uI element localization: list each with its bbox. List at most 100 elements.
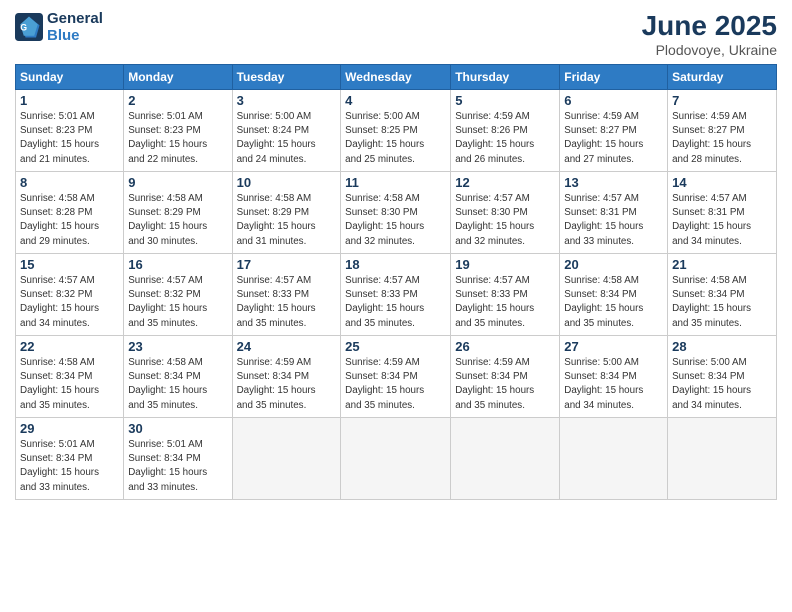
day-info: Sunrise: 4:59 AM Sunset: 8:27 PM Dayligh… (564, 110, 663, 167)
calendar-cell: 8 Sunrise: 4:58 AM Sunset: 8:28 PM Daylig… (16, 172, 124, 254)
day-info: Sunrise: 4:58 AM Sunset: 8:34 PM Dayligh… (128, 356, 227, 413)
location-subtitle: Plodovoye, Ukraine (642, 42, 777, 58)
calendar-cell (668, 418, 777, 500)
logo: G General Blue (15, 10, 103, 44)
calendar-cell: 1 Sunrise: 5:01 AM Sunset: 8:23 PM Daylig… (16, 90, 124, 172)
day-number: 28 (672, 339, 772, 354)
day-number: 18 (345, 257, 446, 272)
day-info: Sunrise: 4:57 AM Sunset: 8:30 PM Dayligh… (455, 192, 555, 249)
calendar-cell: 24Sunrise: 4:59 AM Sunset: 8:34 PM Dayli… (232, 336, 341, 418)
calendar-cell: 23 Sunrise: 4:58 AM Sunset: 8:34 PM Dayli… (124, 336, 232, 418)
calendar-cell: 26 Sunrise: 4:59 AM Sunset: 8:34 PM Dayli… (451, 336, 560, 418)
calendar-cell (451, 418, 560, 500)
day-info: Sunrise: 4:59 AM Sunset: 8:34 PM Dayligh… (455, 356, 555, 413)
calendar-cell (232, 418, 341, 500)
day-number: 1 (20, 93, 119, 108)
day-number: 14 (672, 175, 772, 190)
day-number: 23 (128, 339, 227, 354)
day-number: 21 (672, 257, 772, 272)
day-info: Sunrise: 4:57 AM Sunset: 8:32 PM Dayligh… (128, 274, 227, 331)
calendar-cell: 13 Sunrise: 4:57 AM Sunset: 8:31 PM Dayli… (560, 172, 668, 254)
day-info: Sunrise: 5:01 AM Sunset: 8:23 PM Dayligh… (128, 110, 227, 167)
day-number: 26 (455, 339, 555, 354)
calendar-cell: 2 Sunrise: 5:01 AM Sunset: 8:23 PM Daylig… (124, 90, 232, 172)
header: G General Blue June 2025 Plodovoye, Ukra… (15, 10, 777, 58)
calendar-cell: 20Sunrise: 4:58 AM Sunset: 8:34 PM Dayli… (560, 254, 668, 336)
calendar-row: 29Sunrise: 5:01 AM Sunset: 8:34 PM Dayli… (16, 418, 777, 500)
day-number: 8 (20, 175, 119, 190)
calendar-cell: 25 Sunrise: 4:59 AM Sunset: 8:34 PM Dayli… (341, 336, 451, 418)
day-number: 25 (345, 339, 446, 354)
calendar-cell: 17Sunrise: 4:57 AM Sunset: 8:33 PM Dayli… (232, 254, 341, 336)
calendar-cell: 27 Sunrise: 5:00 AM Sunset: 8:34 PM Dayli… (560, 336, 668, 418)
calendar-cell: 21 Sunrise: 4:58 AM Sunset: 8:34 PM Dayli… (668, 254, 777, 336)
day-info: Sunrise: 4:58 AM Sunset: 8:34 PM Dayligh… (564, 274, 663, 331)
day-number: 19 (455, 257, 555, 272)
calendar-cell: 12 Sunrise: 4:57 AM Sunset: 8:30 PM Dayli… (451, 172, 560, 254)
calendar-cell: 5Sunrise: 4:59 AM Sunset: 8:26 PM Daylig… (451, 90, 560, 172)
day-info: Sunrise: 4:58 AM Sunset: 8:30 PM Dayligh… (345, 192, 446, 249)
calendar-cell (560, 418, 668, 500)
day-number: 27 (564, 339, 663, 354)
calendar-cell: 22 Sunrise: 4:58 AM Sunset: 8:34 PM Dayli… (16, 336, 124, 418)
calendar-cell: 16 Sunrise: 4:57 AM Sunset: 8:32 PM Dayli… (124, 254, 232, 336)
calendar-cell: 30Sunrise: 5:01 AM Sunset: 8:34 PM Dayli… (124, 418, 232, 500)
calendar-cell: 29Sunrise: 5:01 AM Sunset: 8:34 PM Dayli… (16, 418, 124, 500)
day-info: Sunrise: 4:58 AM Sunset: 8:34 PM Dayligh… (672, 274, 772, 331)
calendar-row: 22 Sunrise: 4:58 AM Sunset: 8:34 PM Dayli… (16, 336, 777, 418)
day-info: Sunrise: 4:58 AM Sunset: 8:28 PM Dayligh… (20, 192, 119, 249)
day-info: Sunrise: 4:59 AM Sunset: 8:34 PM Dayligh… (237, 356, 337, 413)
day-info: Sunrise: 4:58 AM Sunset: 8:34 PM Dayligh… (20, 356, 119, 413)
calendar-cell: 14 Sunrise: 4:57 AM Sunset: 8:31 PM Dayli… (668, 172, 777, 254)
day-number: 7 (672, 93, 772, 108)
day-info: Sunrise: 5:00 AM Sunset: 8:34 PM Dayligh… (564, 356, 663, 413)
day-info: Sunrise: 4:57 AM Sunset: 8:33 PM Dayligh… (455, 274, 555, 331)
logo-icon: G (15, 13, 43, 41)
day-info: Sunrise: 4:57 AM Sunset: 8:31 PM Dayligh… (564, 192, 663, 249)
day-info: Sunrise: 5:00 AM Sunset: 8:34 PM Dayligh… (672, 356, 772, 413)
day-number: 30 (128, 421, 227, 436)
day-number: 3 (237, 93, 337, 108)
day-info: Sunrise: 5:01 AM Sunset: 8:34 PM Dayligh… (20, 438, 119, 495)
day-number: 2 (128, 93, 227, 108)
day-number: 15 (20, 257, 119, 272)
calendar: SundayMondayTuesdayWednesdayThursdayFrid… (15, 64, 777, 500)
calendar-cell: 6Sunrise: 4:59 AM Sunset: 8:27 PM Daylig… (560, 90, 668, 172)
day-number: 22 (20, 339, 119, 354)
title-block: June 2025 Plodovoye, Ukraine (642, 10, 777, 58)
calendar-cell: 10 Sunrise: 4:58 AM Sunset: 8:29 PM Dayli… (232, 172, 341, 254)
day-number: 17 (237, 257, 337, 272)
svg-text:G: G (20, 23, 27, 33)
day-info: Sunrise: 5:00 AM Sunset: 8:25 PM Dayligh… (345, 110, 446, 167)
day-info: Sunrise: 4:57 AM Sunset: 8:31 PM Dayligh… (672, 192, 772, 249)
day-number: 9 (128, 175, 227, 190)
day-number: 16 (128, 257, 227, 272)
calendar-cell: 9 Sunrise: 4:58 AM Sunset: 8:29 PM Daylig… (124, 172, 232, 254)
calendar-cell: 3 Sunrise: 5:00 AM Sunset: 8:24 PM Daylig… (232, 90, 341, 172)
weekday-header: Tuesday (232, 65, 341, 90)
calendar-cell: 11Sunrise: 4:58 AM Sunset: 8:30 PM Dayli… (341, 172, 451, 254)
calendar-row: 15 Sunrise: 4:57 AM Sunset: 8:32 PM Dayli… (16, 254, 777, 336)
day-info: Sunrise: 4:59 AM Sunset: 8:34 PM Dayligh… (345, 356, 446, 413)
weekday-header: Thursday (451, 65, 560, 90)
day-number: 12 (455, 175, 555, 190)
day-number: 5 (455, 93, 555, 108)
calendar-cell: 18 Sunrise: 4:57 AM Sunset: 8:33 PM Dayli… (341, 254, 451, 336)
day-info: Sunrise: 4:58 AM Sunset: 8:29 PM Dayligh… (128, 192, 227, 249)
day-info: Sunrise: 5:00 AM Sunset: 8:24 PM Dayligh… (237, 110, 337, 167)
day-number: 10 (237, 175, 337, 190)
weekday-header: Friday (560, 65, 668, 90)
month-title: June 2025 (642, 10, 777, 42)
day-number: 13 (564, 175, 663, 190)
day-info: Sunrise: 4:57 AM Sunset: 8:33 PM Dayligh… (345, 274, 446, 331)
calendar-cell (341, 418, 451, 500)
calendar-cell: 19 Sunrise: 4:57 AM Sunset: 8:33 PM Dayli… (451, 254, 560, 336)
calendar-cell: 15Sunrise: 4:57 AM Sunset: 8:32 PM Dayli… (16, 254, 124, 336)
day-info: Sunrise: 5:01 AM Sunset: 8:23 PM Dayligh… (20, 110, 119, 167)
calendar-row: 1 Sunrise: 5:01 AM Sunset: 8:23 PM Daylig… (16, 90, 777, 172)
day-info: Sunrise: 4:58 AM Sunset: 8:29 PM Dayligh… (237, 192, 337, 249)
calendar-cell: 28 Sunrise: 5:00 AM Sunset: 8:34 PM Dayli… (668, 336, 777, 418)
day-info: Sunrise: 4:59 AM Sunset: 8:27 PM Dayligh… (672, 110, 772, 167)
weekday-header: Monday (124, 65, 232, 90)
day-number: 4 (345, 93, 446, 108)
